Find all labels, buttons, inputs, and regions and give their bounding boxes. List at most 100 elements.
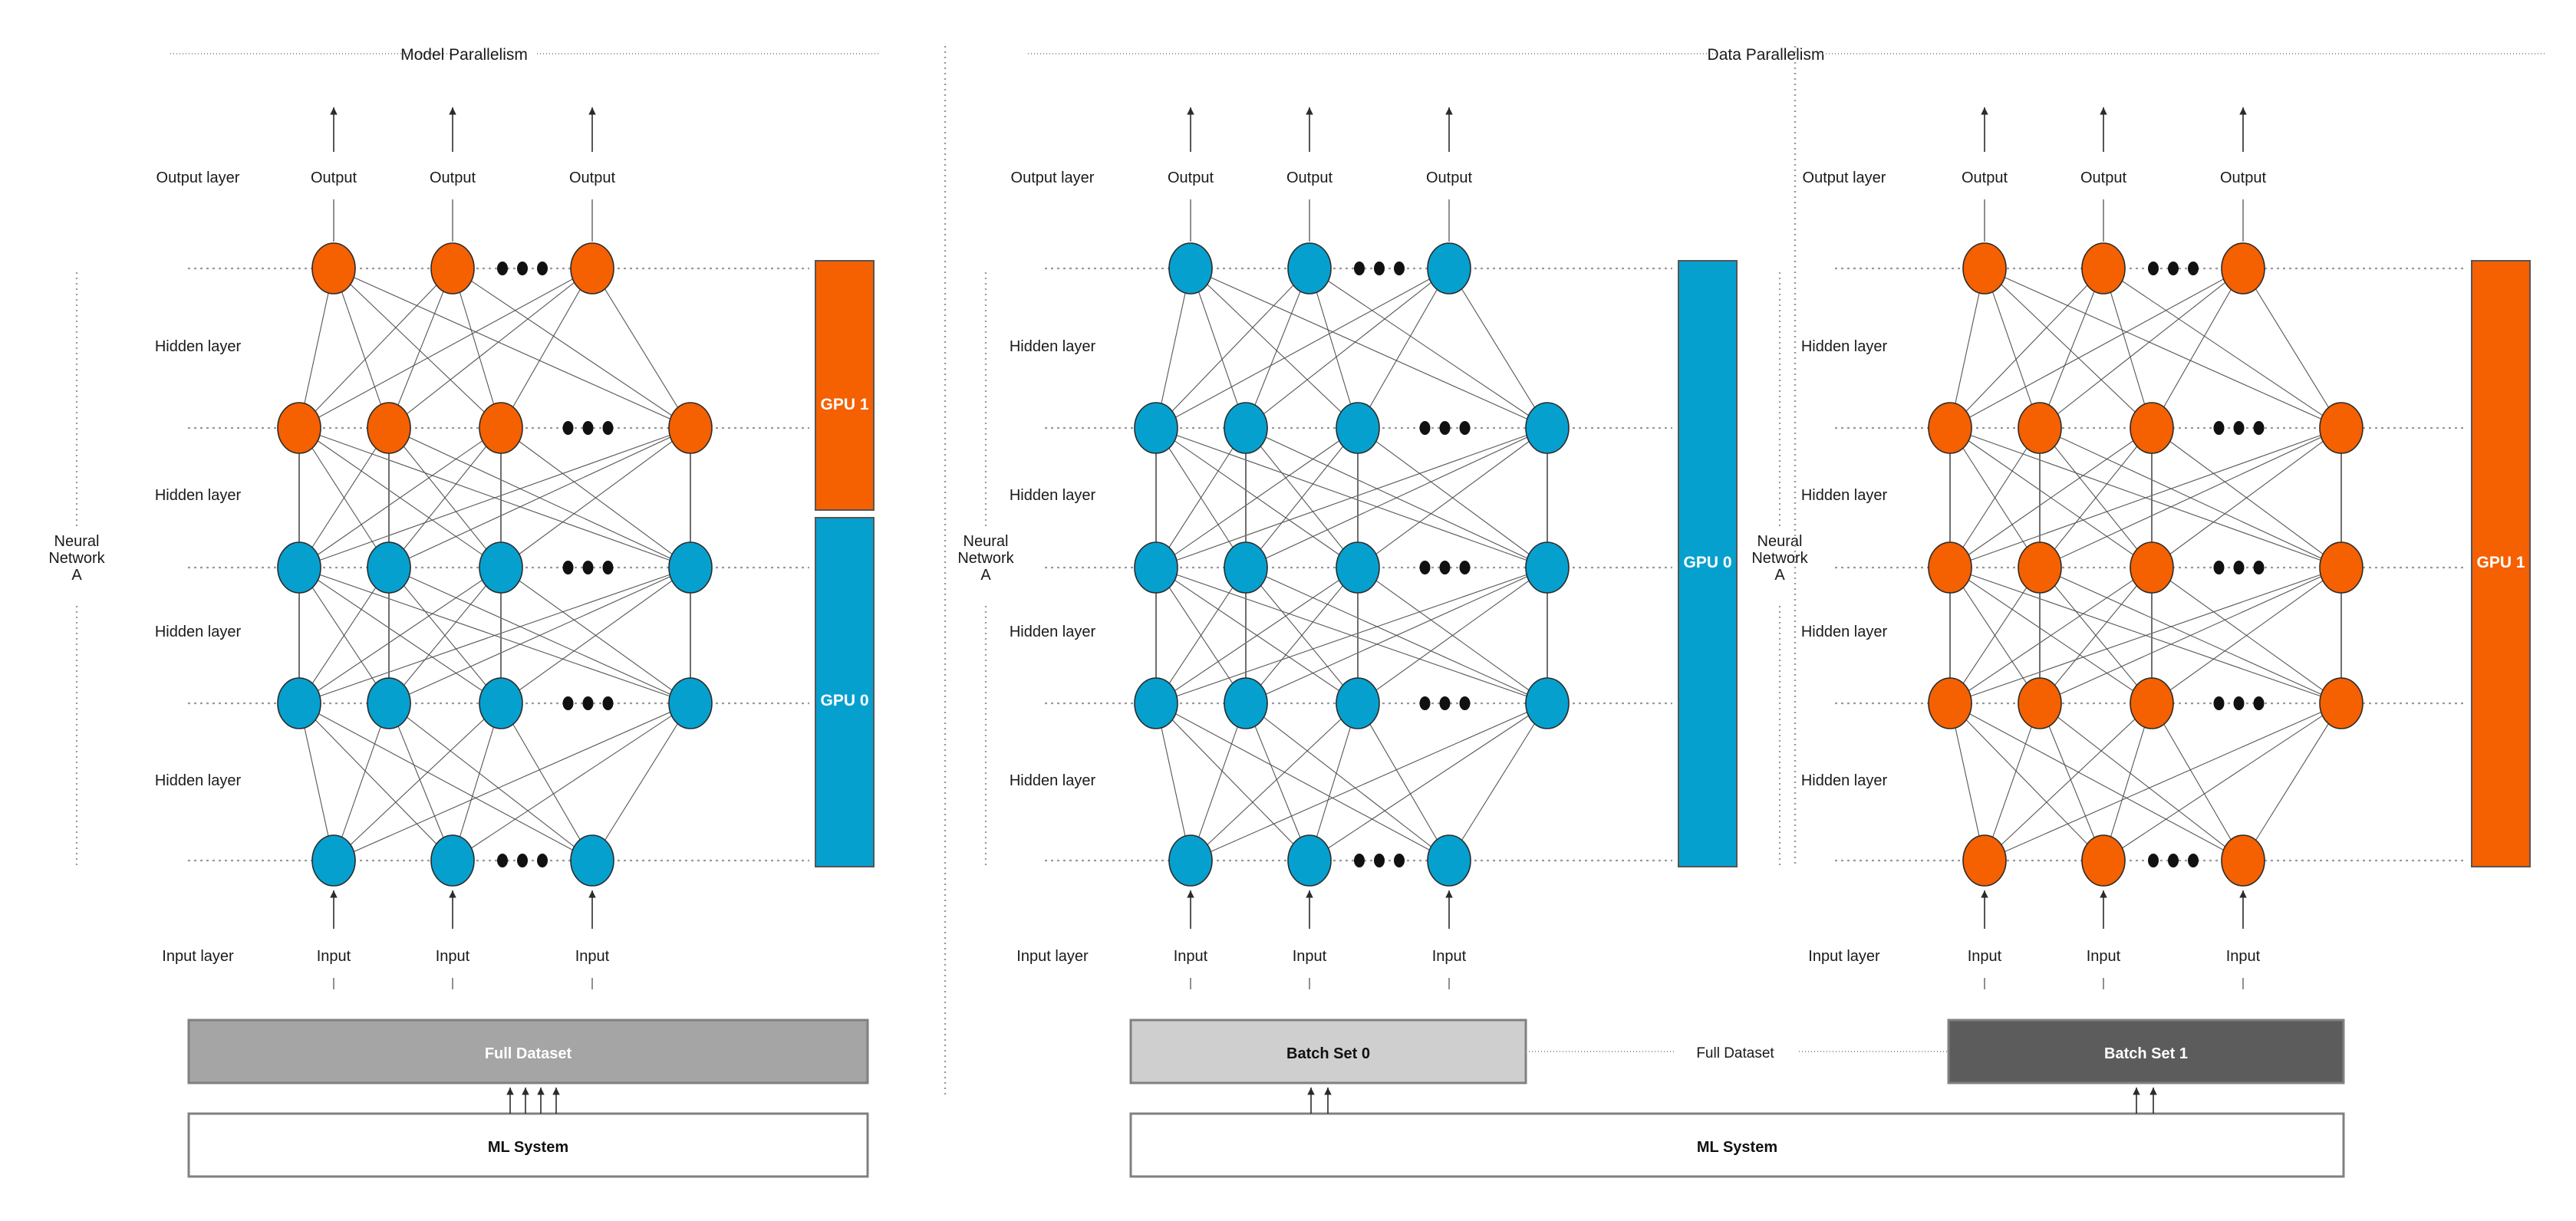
- neural-network-group-label: A: [1774, 567, 1785, 584]
- neural-network-group-label: A: [980, 567, 991, 584]
- neuron-node: [570, 242, 614, 295]
- neuron-node: [2018, 677, 2062, 729]
- ellipsis-dot: [602, 561, 614, 574]
- ellipsis-dot: [562, 696, 574, 710]
- neuron-node: [1427, 242, 1471, 295]
- ellipsis-dot: [1459, 421, 1471, 435]
- network-edge: [1190, 703, 1359, 861]
- gpu-bar-label-gpu1: GPU 1: [820, 396, 868, 413]
- neuron-node: [367, 541, 411, 594]
- input-label: Input: [1432, 948, 1467, 965]
- input-label: Input: [317, 948, 351, 965]
- neuron-node: [1928, 541, 1972, 594]
- ellipsis-dot: [1374, 262, 1385, 275]
- network-edge: [1949, 268, 2104, 429]
- network-edge: [1357, 268, 1450, 429]
- neuron-node: [1928, 677, 1972, 729]
- neuron-node: [367, 402, 411, 454]
- neuron-node: [2130, 541, 2174, 594]
- output-label: Output: [2080, 169, 2126, 186]
- neuron-node: [1134, 402, 1178, 454]
- ellipsis-dot: [497, 854, 508, 867]
- network-edge: [1245, 268, 1450, 429]
- network-edge: [388, 268, 453, 429]
- neuron-node: [2081, 242, 2126, 295]
- output-label: Output: [311, 169, 357, 186]
- gpu-bar-gpu1: [815, 260, 875, 511]
- neuron-node: [2130, 402, 2174, 454]
- neuron-node: [311, 834, 356, 887]
- neuron-node: [2081, 834, 2126, 887]
- neural-network-group-label: Network: [1751, 550, 1808, 567]
- network-edge: [1984, 268, 2153, 429]
- neuron-node: [1134, 677, 1178, 729]
- layer-label: Hidden layer: [1801, 772, 1888, 789]
- network-edge: [1245, 703, 1450, 861]
- input-label: Input: [2226, 948, 2261, 965]
- ellipsis-dot: [2188, 262, 2199, 275]
- neuron-node: [1224, 541, 1268, 594]
- output-label: Output: [1426, 169, 1472, 186]
- neural-network-group-label: A: [71, 567, 82, 584]
- neuron-node: [668, 677, 713, 729]
- network-edge: [1448, 703, 1548, 861]
- ellipsis-dot: [1419, 561, 1431, 574]
- ellipsis-dot: [582, 561, 594, 574]
- input-label: Input: [1968, 948, 2002, 965]
- network-edge: [1309, 703, 1548, 861]
- ellipsis-dot: [602, 421, 614, 435]
- network-edge: [1190, 268, 1359, 429]
- neuron-node: [570, 834, 614, 887]
- ellipsis-dot: [1394, 262, 1405, 275]
- ellipsis-dot: [562, 421, 574, 435]
- network-edge: [2039, 268, 2244, 429]
- output-label: Output: [569, 169, 615, 186]
- layer-label: Output layer: [156, 169, 240, 186]
- layer-label: Input layer: [1808, 948, 1880, 965]
- neuron-node: [1525, 541, 1570, 594]
- ellipsis-dot: [537, 854, 548, 867]
- layer-label: Hidden layer: [1010, 772, 1096, 789]
- ellipsis-dot: [1419, 696, 1431, 710]
- layer-label: Output layer: [1803, 169, 1886, 186]
- ellipsis-dot: [1439, 421, 1451, 435]
- neuron-node: [479, 541, 523, 594]
- ellipsis-dot: [2213, 561, 2225, 574]
- ellipsis-dot: [1354, 262, 1365, 275]
- layer-label: Hidden layer: [155, 624, 242, 640]
- neuron-node: [479, 402, 523, 454]
- gpu-bar-label-gpu0: GPU 0: [820, 692, 868, 709]
- network-edge: [1245, 268, 1310, 429]
- neuron-node: [367, 677, 411, 729]
- layer-label: Input layer: [1016, 948, 1089, 965]
- ellipsis-dot: [1419, 421, 1431, 435]
- neuron-node: [1336, 541, 1380, 594]
- network-edge: [1448, 268, 1548, 429]
- ellipsis-dot: [1439, 696, 1451, 710]
- network-edge: [2151, 703, 2244, 861]
- layer-label: Hidden layer: [1010, 338, 1096, 355]
- neuron-node: [1525, 677, 1570, 729]
- output-label: Output: [1168, 169, 1214, 186]
- output-label: Output: [430, 169, 476, 186]
- neuron-node: [277, 402, 321, 454]
- neuron-node: [1336, 402, 1380, 454]
- network-edge: [452, 703, 691, 861]
- neuron-node: [2319, 677, 2364, 729]
- neural-network-group-label: Neural: [54, 533, 100, 550]
- ellipsis-dot: [1439, 561, 1451, 574]
- neuron-node: [2018, 402, 2062, 454]
- ellipsis-dot: [2213, 696, 2225, 710]
- network-edge: [1155, 268, 1310, 429]
- network-edge: [2103, 268, 2342, 429]
- batch-set-0-label: Batch Set 0: [1286, 1045, 1370, 1062]
- batch-set-1-label: Batch Set 1: [2104, 1045, 2188, 1062]
- full-dataset-connector-label: Full Dataset: [1696, 1045, 1774, 1061]
- network-edge: [500, 703, 593, 861]
- network-edge: [591, 703, 691, 861]
- ellipsis-dot: [2253, 421, 2265, 435]
- neuron-node: [2319, 402, 2364, 454]
- layer-label: Hidden layer: [155, 338, 242, 355]
- neuron-node: [1928, 402, 1972, 454]
- layer-label: Input layer: [162, 948, 234, 965]
